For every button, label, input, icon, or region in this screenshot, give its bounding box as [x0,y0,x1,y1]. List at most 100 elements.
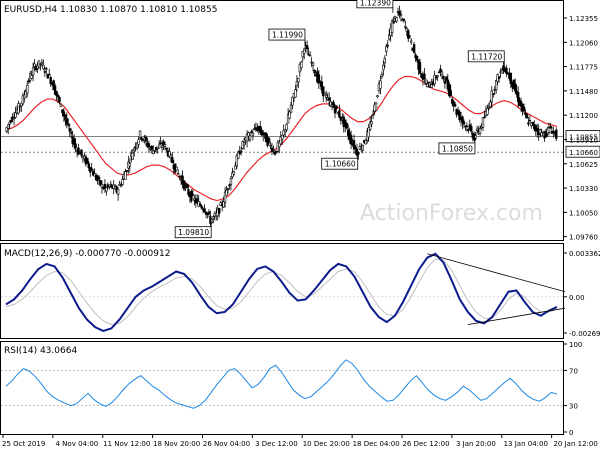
candle-body [463,122,465,124]
candle-body [67,124,69,125]
candle-body [435,77,437,78]
candle-body [129,163,131,166]
chart-window: ActionForex.com EURUSD,H4 1.10830 1.1087… [0,0,600,450]
time-axis-label: 3 Jan 20:00 [456,440,496,448]
candle-body [199,204,201,205]
price-y-tick-label: 1.11775 [569,64,598,72]
candle-body [484,117,486,118]
candle-body [380,81,382,89]
candle-body [133,148,135,150]
candle-body [50,77,52,83]
candle-body [290,105,292,112]
candle-body [382,65,384,70]
candle-body [31,75,33,78]
time-axis-label: 11 Nov 12:00 [103,440,150,448]
candle-body [381,74,383,76]
rsi-y-tick-label: 100 [569,341,582,349]
candle-body [523,107,525,111]
candle-body [292,97,294,105]
candle-body [362,145,364,150]
candle-body [309,55,311,56]
candle-body [328,98,330,100]
candle-body [243,143,245,145]
candle-body [28,81,30,82]
candle-body [306,46,308,49]
candle-body [542,132,544,133]
candle-body [240,151,242,152]
candle-body [190,191,192,201]
candle-body [251,132,253,133]
candle-body [204,209,206,212]
candle-body [346,123,348,128]
candle-body [227,189,229,190]
candle-body [48,74,50,75]
price-y-tick-label: 1.10625 [569,161,598,169]
price-y-tick-label: 1.09760 [569,234,598,242]
candle-body [322,87,324,96]
price-y-tick-label: 1.10050 [569,209,598,217]
price-panel-title: EURUSD,H4 1.10830 1.10870 1.10810 1.1085… [4,5,217,15]
candle-body [70,133,72,134]
candle-body [75,144,77,148]
candle-body [300,62,302,68]
time-axis-label: 10 Dec 20:00 [303,440,350,448]
candle-body [529,120,531,121]
candle-body [60,104,62,106]
time-axis-label: 26 Dec 12:00 [402,440,449,448]
candle-body [45,68,47,69]
candle-body [528,123,530,125]
candle-body [443,76,445,79]
candle-body [66,118,68,124]
candle-body [486,108,488,114]
candle-body [139,131,141,138]
candle-body [179,176,181,177]
candle-body [400,15,402,16]
candle-body [492,94,494,95]
time-axis-label: 25 Oct 2019 [2,440,45,448]
candle-body [138,140,140,145]
candle-body [324,93,326,94]
price-callout-label: 1.10660 [325,160,356,169]
candle-body [201,206,203,208]
candle-body [450,91,452,96]
candle-body [141,138,143,140]
candle-body [444,82,446,84]
candle-body [13,118,15,119]
candle-body [69,128,71,131]
price-y-tick-label: 1.10910 [569,136,598,144]
candle-body [98,177,100,179]
candle-body [56,91,58,96]
candle-body [132,153,134,159]
candle-body [161,146,163,147]
candle-body [86,158,88,163]
time-axis-label: 20 Jan 12:00 [553,440,597,448]
candle-body [18,104,20,113]
candle-body [393,21,395,23]
candle-body [286,124,288,129]
candle-body [372,115,374,116]
price-callout-label: 1.09810 [178,228,209,237]
candle-body [336,106,338,109]
candle-body [117,189,119,194]
candle-body [454,105,456,107]
candle-body [81,150,83,156]
candle-body [196,199,198,201]
candle-body [403,19,405,21]
rsi-y-tick-label: 30 [569,403,578,411]
candle-body [26,85,28,93]
candle-body [426,84,428,87]
candle-body [59,97,61,102]
candle-body [491,91,493,102]
candle-body [226,190,228,195]
macd-y-tick-label: -0.002691 [569,330,600,338]
candle-body [338,111,340,118]
candle-body [212,217,214,219]
candle-body [384,58,386,63]
candle-body [312,63,314,65]
candle-body [371,121,373,124]
candle-body [410,41,412,42]
candle-body [526,115,528,119]
candle-body [274,152,276,154]
candle-body [32,68,34,75]
rsi-y-tick-label: 70 [569,367,578,375]
